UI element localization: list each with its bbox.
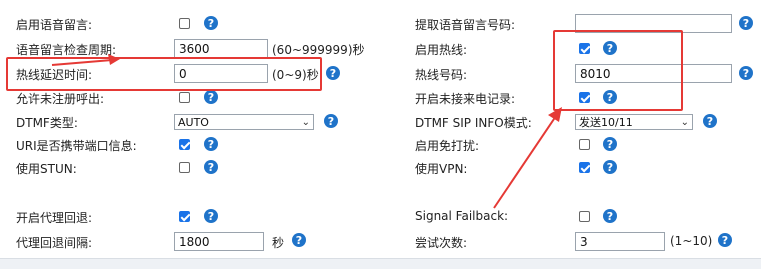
bottom-band	[0, 259, 761, 269]
annotation-arrow-diagonal	[493, 115, 557, 209]
annotation-arrows	[51, 54, 562, 209]
annotation-arrowhead-right	[108, 54, 120, 65]
annotation-arrow-right	[51, 59, 113, 66]
annotation-arrowhead-diagonal	[548, 107, 562, 122]
